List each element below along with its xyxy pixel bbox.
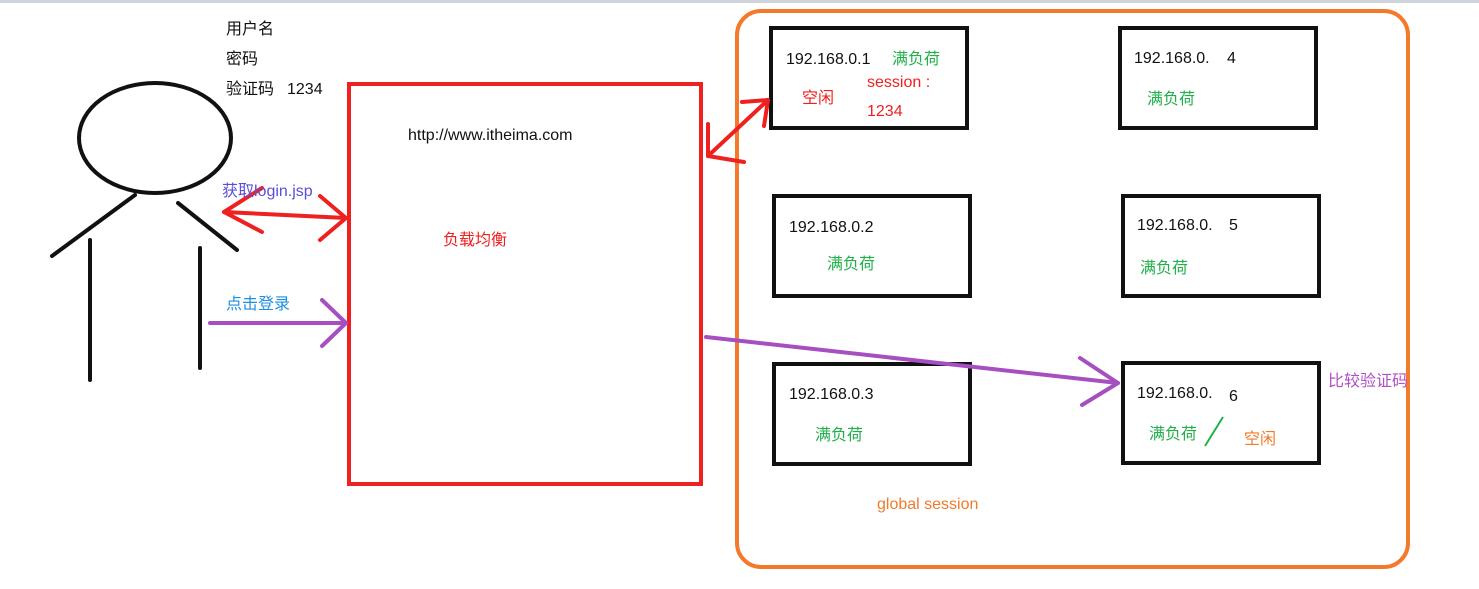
server-box-5 [1121, 194, 1321, 298]
server4-full-load: 满负荷 [1147, 91, 1196, 108]
server1-ip: 192.168.0.1 [786, 51, 871, 68]
server3-ip: 192.168.0.3 [789, 386, 874, 403]
captcha-value: 1234 [287, 81, 323, 98]
server6-idle: 空闲 [1244, 431, 1277, 448]
password-label: 密码 [226, 51, 259, 68]
server1-session-label: session : [867, 74, 931, 91]
server6-full-load: 满负荷 [1149, 426, 1198, 443]
server4-ip-suffix: 4 [1227, 50, 1236, 67]
server5-ip: 192.168.0. [1137, 217, 1213, 234]
server1-idle: 空闲 [802, 90, 835, 107]
server-box-4 [1118, 26, 1318, 130]
diagram-canvas [50, 9, 1410, 569]
server6-ip-suffix: 6 [1229, 388, 1238, 405]
server6-ip: 192.168.0. [1137, 385, 1213, 402]
server4-ip: 192.168.0. [1134, 50, 1210, 67]
user-left-arm [50, 193, 137, 258]
lb-server6-arrow [704, 335, 1120, 407]
server2-full-load: 满负荷 [827, 256, 876, 273]
server6-slash [1204, 416, 1224, 447]
server3-full-load: 满负荷 [815, 427, 864, 444]
user-figure [50, 81, 239, 382]
get-login-label: 获取login.jsp [222, 183, 313, 200]
server2-ip: 192.168.0.2 [789, 219, 874, 236]
click-login-label: 点击登录 [226, 296, 291, 313]
load-balancer-url: http://www.itheima.com [408, 127, 573, 144]
server5-ip-suffix: 5 [1229, 217, 1238, 234]
captcha-label: 验证码 [226, 81, 275, 98]
user-head [77, 81, 233, 195]
load-balancer-label: 负载均衡 [443, 232, 508, 249]
username-label: 用户名 [226, 21, 275, 38]
server1-session-value: 1234 [867, 103, 903, 120]
server5-full-load: 满负荷 [1140, 260, 1189, 277]
compare-captcha-label: 比较验证码 [1328, 373, 1409, 390]
server-box-2 [772, 194, 972, 298]
global-session-label: global session [877, 496, 979, 513]
server-box-3 [772, 362, 972, 466]
global-session-container [735, 9, 1410, 569]
server-box-6 [1121, 361, 1321, 465]
server1-full-load: 满负荷 [892, 51, 941, 68]
